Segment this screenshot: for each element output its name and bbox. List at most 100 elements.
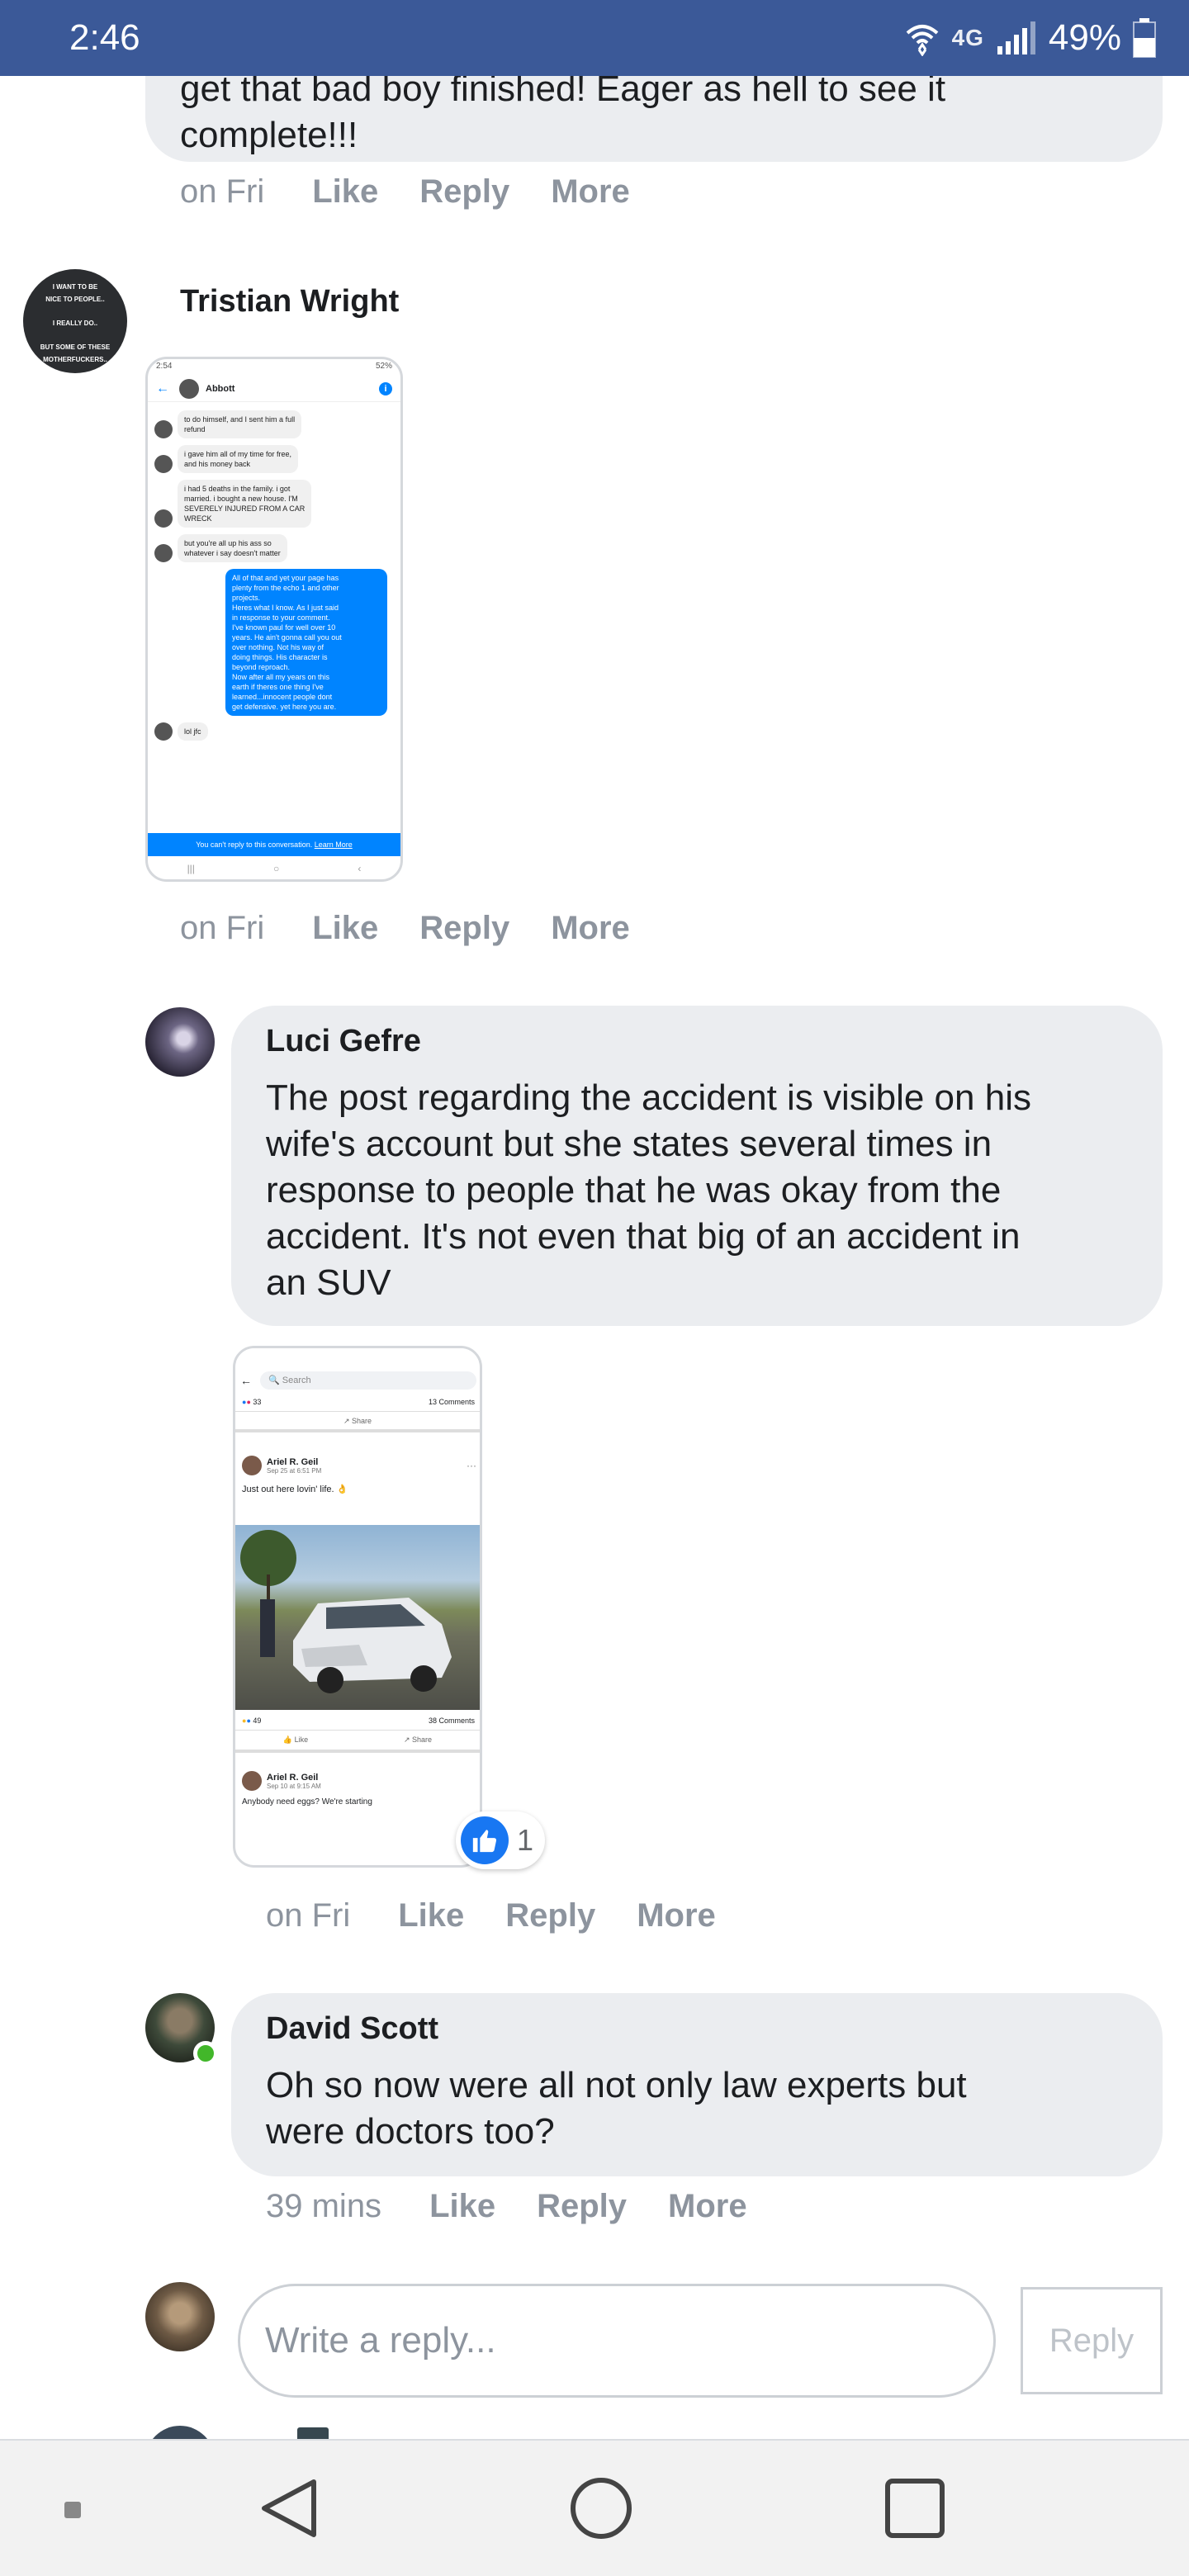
comment-actions: on Fri Like Reply More [266,1897,757,1934]
attachment-screenshot[interactable]: 2:54 52% ← Abbott i to do himself, and I… [145,357,403,882]
message-line: Now after all my years on this [232,673,330,681]
post-author: Ariel R. Geil [267,1456,319,1467]
status-time: 2:46 [69,17,140,58]
message-line: i gave him all of my time for free, [184,450,292,458]
reaction-badge[interactable]: 1 [456,1811,545,1869]
status-icons: 4G 49% [904,17,1156,59]
message-line: plenty from the echo 1 and other [232,584,339,592]
comment-time[interactable]: on Fri [180,173,264,211]
received-message-bubble: lol jfc [178,722,208,741]
message-line: refund [184,425,206,433]
avatar[interactable]: I WANT TO BE NICE TO PEOPLE.. I REALLY D… [23,269,127,373]
message-line: earth if theres one thing I've [232,683,324,691]
reply-button[interactable]: Reply [419,173,509,211]
message-line: and his money back [184,460,251,468]
screenshot-status-bar [235,1348,480,1361]
comment-text-line: wife's account but she states several ti… [266,1124,992,1164]
screenshot-status-bar: 2:54 52% [156,362,392,371]
post-text: Just out here lovin' life. 👌 [242,1485,348,1494]
comment-text: Oh so now were all not only law experts … [266,2062,967,2155]
back-arrow-icon: ← [156,381,169,395]
reply-button[interactable]: Reply [537,2188,627,2225]
avatar[interactable] [145,1007,215,1077]
back-triangle-icon[interactable] [256,2475,322,2541]
message-line: in response to your comment. [232,613,330,622]
network-type: 4G [951,25,984,50]
screenshot-nav: ||| ○ ‹ [148,858,400,879]
comment-author[interactable]: Tristian Wright [180,284,399,320]
more-button[interactable]: More [551,173,630,211]
reply-button[interactable]: Reply [505,1897,595,1934]
reply-placeholder: Write a reply... [265,2320,496,2361]
like-button[interactable]: Like [429,2188,495,2225]
signal-icon [997,21,1035,54]
message-line: doing things. His character is [232,653,328,661]
comment-time[interactable]: on Fri [266,1897,350,1934]
received-message-bubble: i had 5 deaths in the family. i got marri… [178,480,312,528]
like-reaction-icon [461,1816,509,1864]
like-button[interactable]: Like [312,173,378,211]
comment-author[interactable]: Luci Gefre [266,1024,421,1059]
reply-button[interactable]: Reply [419,910,509,947]
post-date: Sep 25 at 6:51 PM [267,1466,322,1475]
comment-text-line: The post regarding the accident is visib… [266,1077,1031,1118]
like-button[interactable]: Like [398,1897,464,1934]
message-line: get defensive. yet here you are. [232,703,337,711]
comment-text-line: accident. It's not even that big of an a… [266,1216,1021,1257]
online-indicator [193,2041,218,2066]
comment-time[interactable]: 39 mins [266,2188,381,2225]
comment-author[interactable]: David Scott [266,2011,438,2047]
contact-name: Abbott [206,383,235,394]
like-button[interactable]: Like [312,910,378,947]
message-line: beyond reproach. [232,663,291,671]
comment-text: The post regarding the accident is visib… [266,1075,1031,1306]
screenshot-counts: ●● 49 38 Comments [242,1717,475,1725]
home-icon: ○ [273,863,280,874]
info-icon: i [379,381,392,395]
sent-message-bubble: All of that and yet your page has plenty … [225,569,387,716]
messenger-header: ← Abbott i [148,376,400,402]
conversation-closed-banner: You can't reply to this conversation. Le… [148,833,400,856]
message-line: to do himself, and I sent him a full [184,415,296,424]
recents-square-icon[interactable] [883,2477,946,2540]
comment-actions: 39 mins Like Reply More [266,2188,789,2225]
post-author-avatar [242,1771,262,1791]
more-button[interactable]: More [668,2188,747,2225]
system-nav-bar [0,2439,1189,2576]
car-illustration [240,1530,452,1693]
message-line: I've known paul for well over 10 [232,623,336,632]
battery-percent: 49% [1048,17,1121,58]
post-date: Sep 10 at 9:15 AM [267,1782,321,1790]
screenshot-search: 🔍 Search [260,1371,476,1390]
message-line: projects. [232,594,261,602]
message-line: married. i bought a new house. I'M [184,495,298,503]
message-list: to do himself, and I sent him a full refu… [148,404,400,833]
more-button[interactable]: More [551,910,630,947]
post-author: Ariel R. Geil [267,1772,319,1783]
comment-text-line: complete!!! [180,115,358,155]
message-row: to do himself, and I sent him a full refu… [154,410,394,438]
screenshot-post: Ariel R. Geil Sep 25 at 6:51 PM ··· Just… [242,1456,476,1494]
message-avatar [154,544,173,562]
message-row: lol jfc [154,722,394,741]
reply-submit-button[interactable]: Reply [1021,2287,1163,2394]
reply-input[interactable]: Write a reply... [238,2284,996,2398]
app-root: 2:46 4G 49% get that bad boy finished! E… [0,0,1189,2576]
post-author-avatar [242,1456,262,1475]
comment-time[interactable]: on Fri [180,910,264,947]
message-line: SEVERELY INJURED FROM A CAR [184,504,306,513]
attachment-screenshot[interactable]: ← 🔍 Search ●● 33 13 Comments ↗ Share Ari… [233,1346,482,1868]
screenshot-share-row: ↗ Share [235,1411,480,1432]
comment-actions: on Fri Like Reply More [180,173,671,211]
message-line: Heres what I know. As I just said [232,604,339,612]
message-avatar [154,722,173,741]
reaction-count: 1 [517,1823,534,1857]
message-avatar [154,420,173,438]
home-circle-icon[interactable] [568,2475,634,2541]
more-button[interactable]: More [637,1897,716,1934]
my-avatar [145,2282,215,2351]
comment-bubble: David Scott Oh so now were all not only … [231,1993,1163,2176]
comment-text-line: Oh so now were all not only law experts … [266,2065,967,2105]
message-line: years. He ain't gonna call you out [232,633,342,642]
nav-dot-icon [64,2502,81,2518]
